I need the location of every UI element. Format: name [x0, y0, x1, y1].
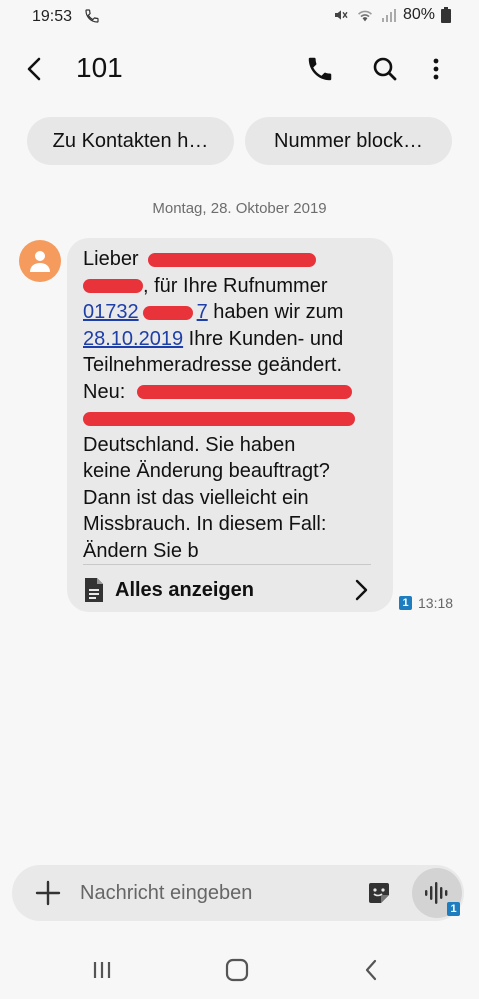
- home-icon[interactable]: [223, 956, 251, 984]
- chevron-right-icon: [355, 579, 368, 601]
- add-to-contacts-button[interactable]: Zu Kontakten h…: [27, 117, 234, 165]
- sim-badge: 1: [399, 596, 412, 610]
- message-line: 28.10.2019 Ihre Kunden- und: [83, 327, 344, 350]
- voice-wave-icon: [425, 882, 448, 904]
- redacted-address: [136, 385, 352, 400]
- message-line: Teilnehmeradresse geändert.: [83, 354, 343, 376]
- conversation-title: 101: [76, 52, 123, 83]
- conversation-header: 101: [0, 44, 479, 96]
- sticker-icon[interactable]: [366, 880, 392, 906]
- message-line: 01732 7 haben wir zum: [83, 301, 344, 323]
- signal-icon: [381, 9, 396, 22]
- battery-percent: 80%: [402, 6, 435, 23]
- redacted-name: [148, 252, 317, 267]
- message-bubble[interactable]: Lieber , für Ihre Rufnummer 01732 7 haben…: [67, 238, 393, 612]
- plus-icon[interactable]: [34, 879, 62, 907]
- date-link[interactable]: 28.10.2019: [83, 328, 183, 350]
- redacted-address: [83, 411, 355, 426]
- date-divider: Montag, 28. Oktober 2019: [152, 200, 327, 217]
- phone-number-link[interactable]: 01732: [83, 301, 139, 323]
- message-input[interactable]: [80, 879, 340, 907]
- show-all-button[interactable]: Alles anzeigen: [83, 572, 377, 608]
- sender-avatar[interactable]: [19, 240, 61, 282]
- redacted-number: [142, 305, 193, 320]
- message-line: Deutschland. Sie haben: [83, 433, 296, 456]
- status-time: 19:53: [32, 8, 73, 25]
- message-line: , für Ihre Rufnummer: [83, 273, 383, 300]
- nav-back-icon[interactable]: [358, 956, 386, 984]
- sim-badge: 1: [447, 902, 460, 916]
- message-line: Missbrauch. In diesem Fall:: [83, 513, 327, 535]
- voice-record-button[interactable]: 1: [412, 868, 462, 918]
- message-line: keine Änderung beauftragt?: [83, 460, 330, 482]
- mute-icon: [334, 10, 348, 20]
- message-line: Ändern Sie b: [83, 539, 199, 562]
- message-line: Dann ist das vielleicht ein: [83, 486, 309, 509]
- document-icon: [85, 578, 103, 602]
- call-status-icon: [85, 9, 99, 23]
- message-text: Lieber , für Ihre Rufnummer 01732 7 haben…: [83, 246, 383, 564]
- bubble-divider: [83, 564, 371, 565]
- phone-number-link-end[interactable]: 7: [197, 301, 208, 323]
- phone-icon[interactable]: [305, 54, 335, 84]
- message-line: Lieber: [83, 246, 383, 273]
- block-number-button[interactable]: Nummer block…: [245, 117, 452, 165]
- message-line: Neu:: [83, 379, 383, 406]
- recent-apps-icon[interactable]: [88, 956, 116, 984]
- show-all-label: Alles anzeigen: [115, 578, 254, 601]
- status-bar: 19:53 80%: [0, 0, 479, 32]
- wifi-icon: [357, 10, 372, 22]
- message-time: 13:18: [418, 595, 454, 611]
- search-icon[interactable]: [370, 54, 400, 84]
- message-meta: 1 13:18: [399, 595, 453, 611]
- message-line: [83, 405, 383, 432]
- battery-icon: [441, 7, 451, 23]
- navigation-bar: [0, 948, 479, 988]
- back-arrow-icon[interactable]: [20, 54, 50, 84]
- person-icon: [30, 251, 50, 272]
- more-vert-icon[interactable]: [421, 54, 451, 84]
- composer: 1: [12, 865, 464, 921]
- status-indicators: 80%: [333, 6, 451, 24]
- redacted-name: [83, 279, 143, 294]
